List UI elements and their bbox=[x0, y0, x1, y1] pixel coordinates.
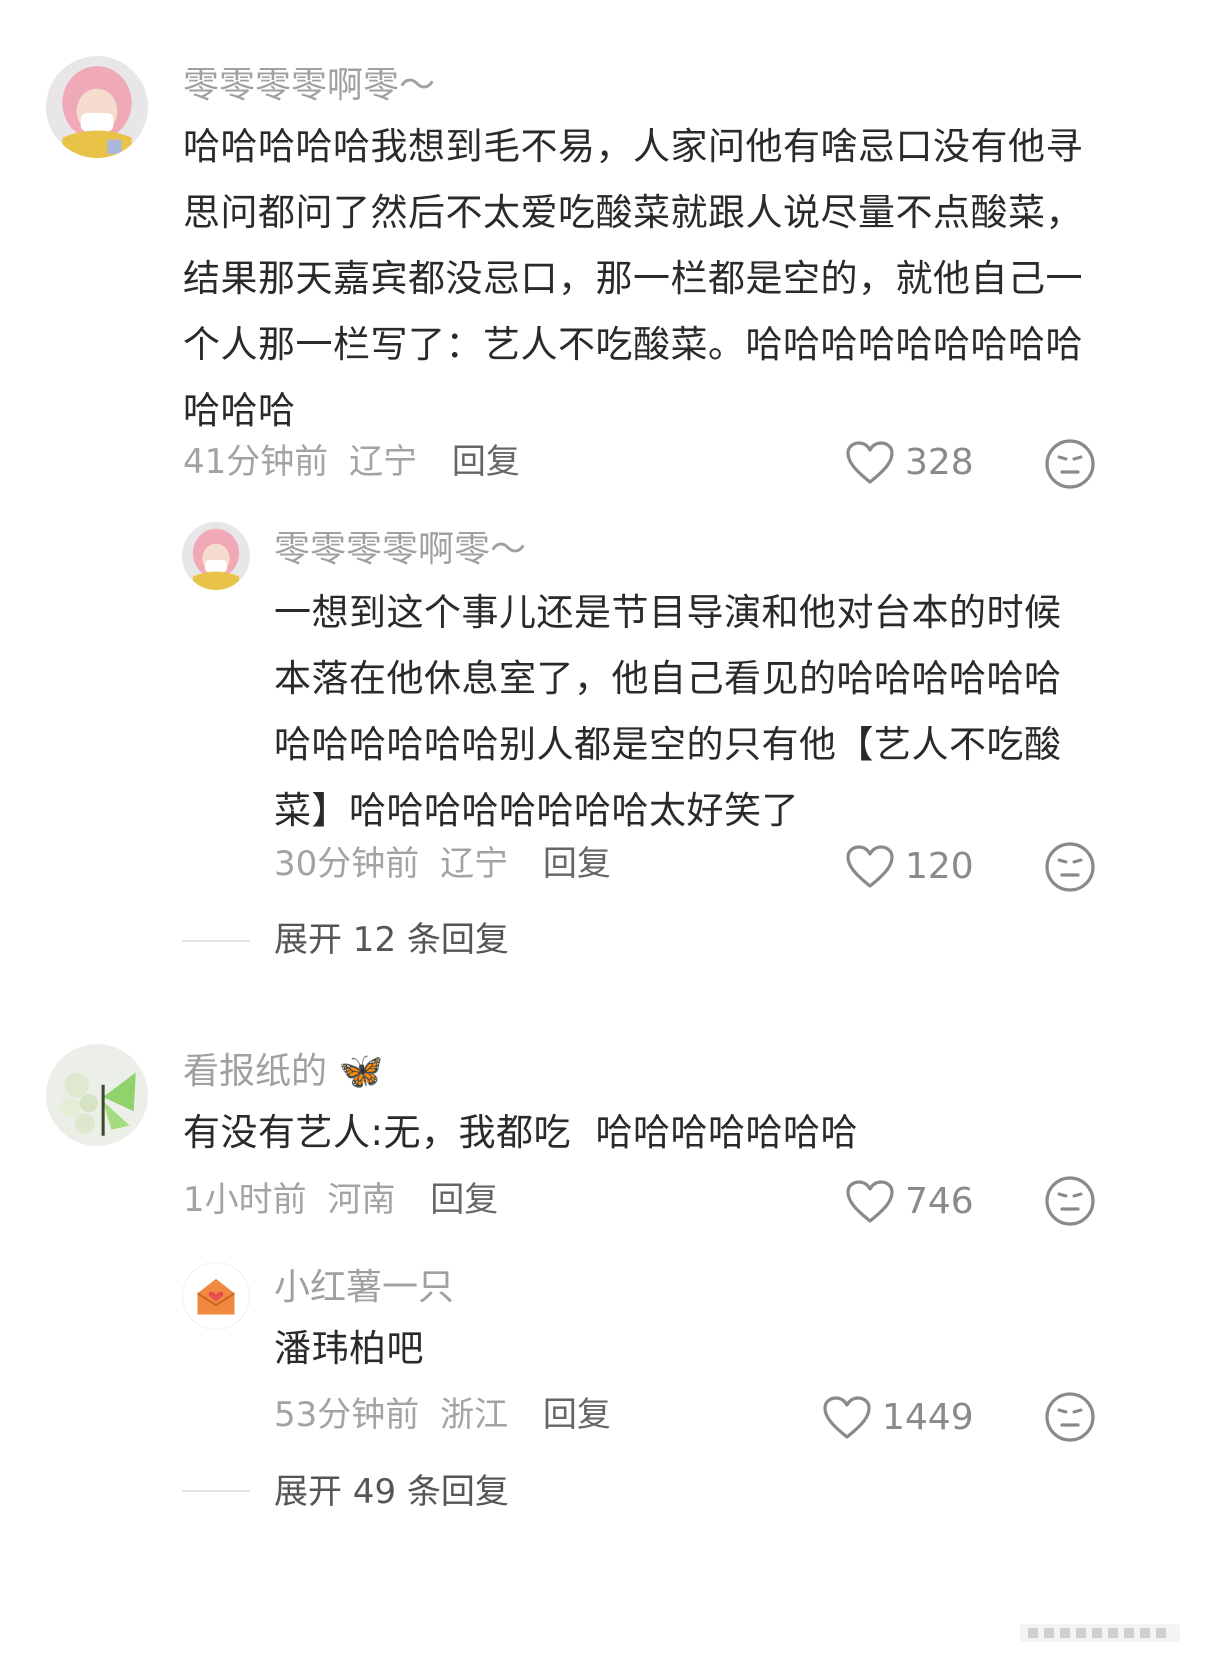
expand-divider bbox=[182, 940, 250, 942]
like-button[interactable]: 120 bbox=[845, 844, 974, 890]
comment-time: 1小时前 bbox=[183, 1180, 307, 1220]
heart-outline-icon bbox=[846, 441, 894, 484]
avatar-image bbox=[46, 56, 148, 158]
expand-divider bbox=[182, 1490, 250, 1492]
reply-button[interactable]: 回复 bbox=[430, 1180, 498, 1220]
comment-text: 哈哈哈哈哈我想到毛不易，人家问他有啥忌口没有他寻思问都问了然后不太爱吃酸菜就跟人… bbox=[183, 125, 1083, 432]
like-count: 746 bbox=[905, 1181, 974, 1222]
comment-text: 有没有艺人:无，我都吃 哈哈哈哈哈哈哈 bbox=[183, 1111, 858, 1154]
like-count: 328 bbox=[905, 442, 974, 483]
reply-meta: 53分钟前 浙江 回复 bbox=[274, 1393, 611, 1437]
reply-avatar[interactable] bbox=[182, 522, 250, 590]
comment-location: 河南 bbox=[327, 1180, 396, 1220]
like-button[interactable]: 1449 bbox=[822, 1395, 974, 1441]
reply-meta: 30分钟前 辽宁 回复 bbox=[274, 842, 611, 886]
neutral-face-icon[interactable] bbox=[1044, 1175, 1096, 1227]
butterfly-emoji: 🦋 bbox=[338, 1051, 384, 1092]
reply-location: 浙江 bbox=[440, 1395, 509, 1435]
reply-text: 潘玮柏吧 bbox=[274, 1327, 424, 1370]
like-count: 120 bbox=[905, 846, 974, 887]
heart-outline-icon bbox=[823, 1396, 871, 1439]
neutral-face-icon[interactable] bbox=[1044, 438, 1096, 490]
comment-location: 辽宁 bbox=[349, 442, 418, 482]
neutral-face-icon[interactable] bbox=[1044, 841, 1096, 893]
reply-location: 辽宁 bbox=[440, 844, 509, 884]
heart-outline-icon bbox=[846, 1180, 894, 1223]
reply-avatar[interactable] bbox=[182, 1262, 250, 1330]
reply-time: 53分钟前 bbox=[274, 1395, 420, 1435]
like-button[interactable]: 328 bbox=[845, 440, 974, 486]
comment-time: 41分钟前 bbox=[183, 442, 329, 482]
watermark-logo bbox=[1020, 1624, 1180, 1642]
heart-outline-icon bbox=[846, 845, 894, 888]
comment-meta: 41分钟前 辽宁 回复 bbox=[183, 440, 520, 484]
user-avatar[interactable] bbox=[46, 1044, 148, 1146]
reply-button[interactable]: 回复 bbox=[543, 844, 611, 884]
reply-button[interactable]: 回复 bbox=[543, 1395, 611, 1435]
avatar-image bbox=[182, 522, 250, 590]
expand-replies-button[interactable]: 展开 49 条回复 bbox=[274, 1470, 509, 1514]
reply-time: 30分钟前 bbox=[274, 844, 420, 884]
comment-username[interactable]: 零零零零啊零～ bbox=[183, 64, 435, 108]
neutral-face-icon[interactable] bbox=[1044, 1391, 1096, 1443]
reply-username[interactable]: 小红薯一只 bbox=[274, 1266, 454, 1310]
comment-username[interactable]: 看报纸的 🦋 bbox=[183, 1050, 383, 1094]
envelope-heart-icon bbox=[183, 1263, 249, 1329]
reply-username[interactable]: 零零零零啊零～ bbox=[274, 528, 526, 572]
comment-username-text: 看报纸的 bbox=[183, 1051, 328, 1092]
avatar-image bbox=[46, 1044, 148, 1146]
like-count: 1449 bbox=[882, 1397, 974, 1438]
comment-meta: 1小时前 河南 回复 bbox=[183, 1178, 498, 1222]
reply-text: 一想到这个事儿还是节目导演和他对台本的时候本落在他休息室了，他自己看见的哈哈哈哈… bbox=[274, 591, 1062, 832]
user-avatar[interactable] bbox=[46, 56, 148, 158]
reply-button[interactable]: 回复 bbox=[452, 442, 520, 482]
like-button[interactable]: 746 bbox=[845, 1179, 974, 1225]
expand-replies-button[interactable]: 展开 12 条回复 bbox=[274, 918, 509, 962]
